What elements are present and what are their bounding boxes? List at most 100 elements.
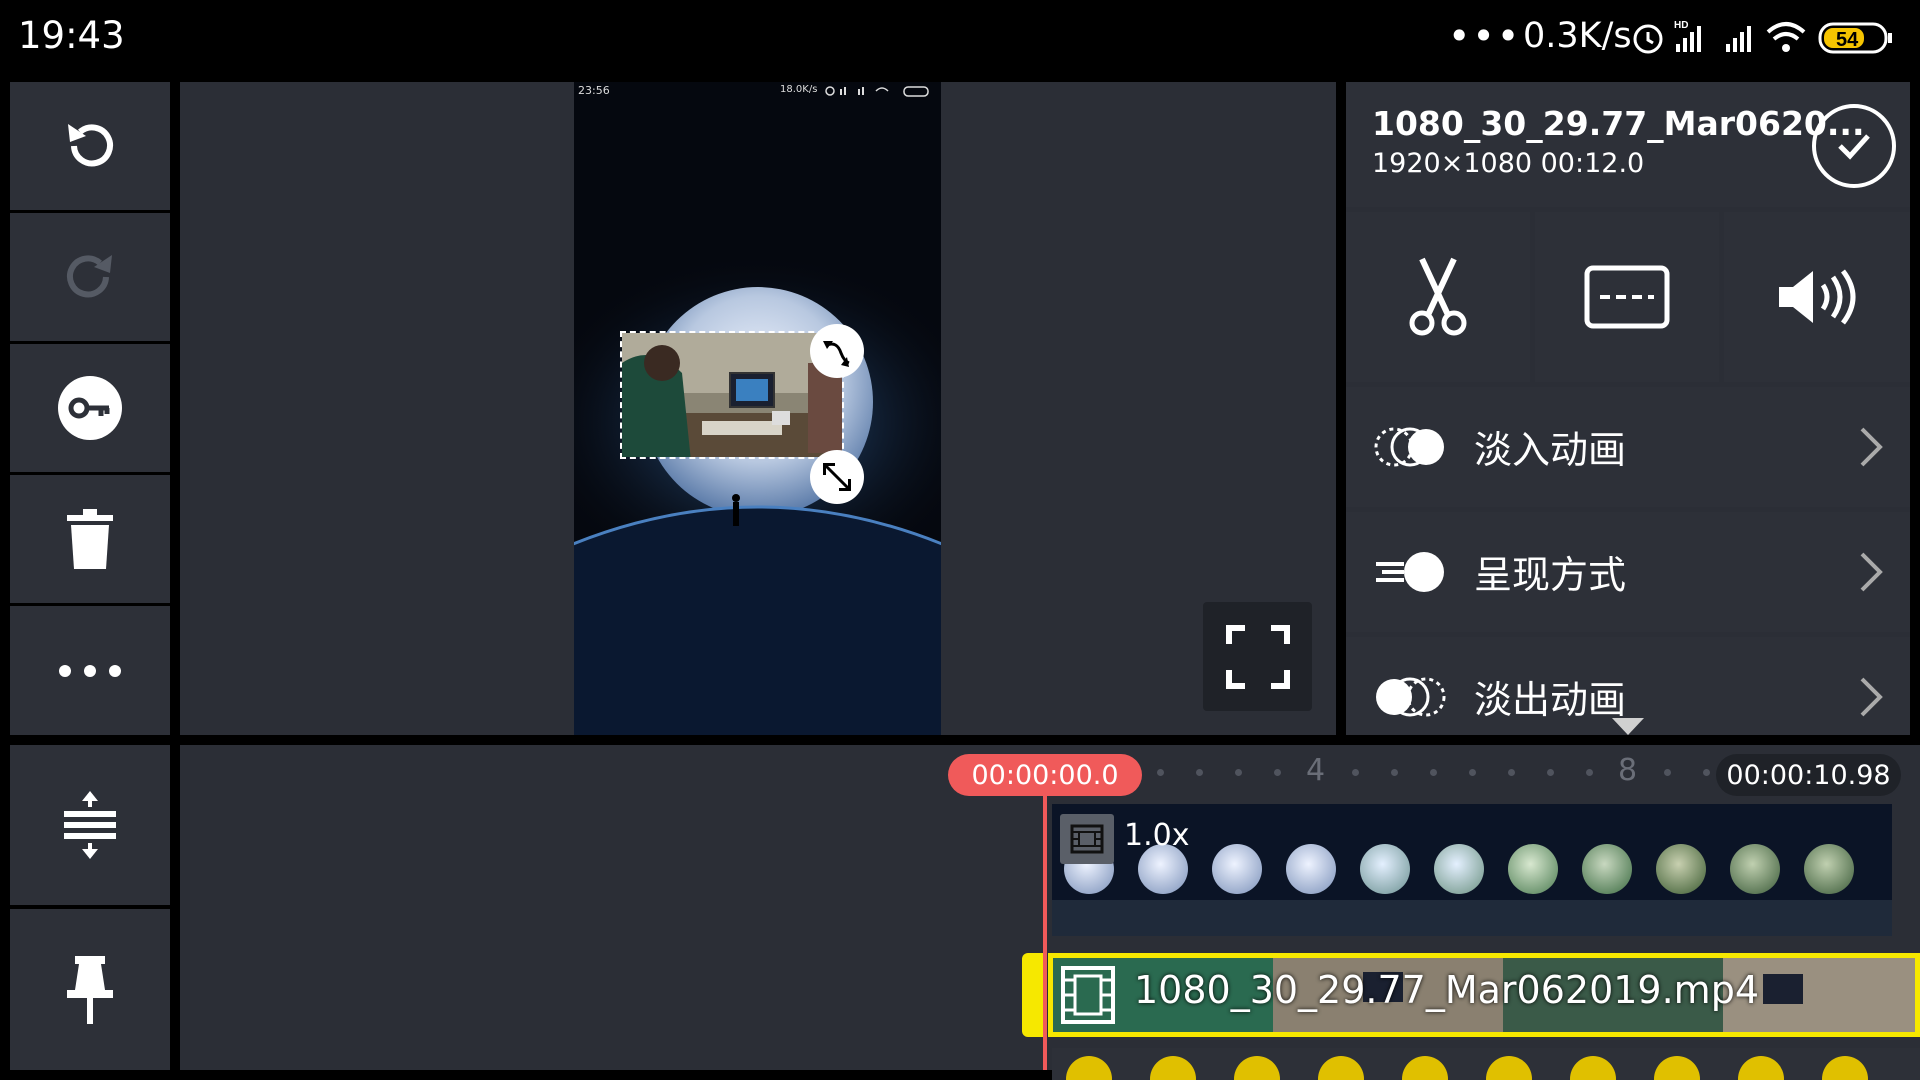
audio-marker bbox=[1822, 1056, 1868, 1080]
fullscreen-button[interactable] bbox=[1203, 602, 1312, 711]
redo-button[interactable] bbox=[10, 213, 170, 341]
wifi-icon bbox=[1766, 22, 1806, 52]
scroll-down-indicator-icon bbox=[1612, 718, 1644, 735]
redo-icon bbox=[67, 255, 112, 298]
ruler-tick bbox=[1586, 769, 1593, 776]
network-speed: 0.3K/s bbox=[1523, 16, 1632, 56]
preview-inner-status-icons bbox=[825, 86, 929, 97]
audio-marker bbox=[1150, 1056, 1196, 1080]
status-time: 19:43 bbox=[18, 14, 125, 57]
split-button[interactable] bbox=[1346, 212, 1530, 382]
undo-icon bbox=[68, 124, 113, 167]
alarm-icon bbox=[1633, 24, 1663, 54]
menu-label-fade-out: 淡出动画 bbox=[1474, 678, 1627, 722]
rotate-handle[interactable] bbox=[810, 324, 864, 378]
film-strip-icon bbox=[1061, 966, 1115, 1024]
clip-speed: 1.0x bbox=[1124, 818, 1190, 853]
audio-marker bbox=[1654, 1056, 1700, 1080]
status-icons-group: HD 54 bbox=[1633, 20, 1892, 54]
audio-marker bbox=[1234, 1056, 1280, 1080]
svg-text:HD: HD bbox=[1674, 20, 1688, 31]
audio-marker bbox=[1738, 1056, 1784, 1080]
thumbnail bbox=[1212, 844, 1262, 894]
audio-marker bbox=[1402, 1056, 1448, 1080]
thumbnail bbox=[1286, 844, 1336, 894]
preview-video[interactable]: 23:56 18.0K/s bbox=[574, 82, 941, 735]
ruler-tick bbox=[1235, 769, 1242, 776]
film-icon bbox=[1070, 824, 1104, 854]
audio-marker bbox=[1486, 1056, 1532, 1080]
ruler-tick bbox=[1196, 769, 1203, 776]
ruler-tick bbox=[1664, 769, 1671, 776]
chevron-right-icon bbox=[1860, 427, 1883, 467]
audio-track[interactable] bbox=[1052, 1048, 1920, 1080]
audio-marker bbox=[1318, 1056, 1364, 1080]
menu-row-present-mode[interactable]: 呈现方式 bbox=[1346, 512, 1910, 632]
audio-marker bbox=[1066, 1056, 1112, 1080]
signal-icon bbox=[1726, 26, 1751, 52]
fade-out-icon bbox=[1376, 677, 1446, 717]
pin-icon bbox=[67, 955, 113, 1024]
volume-button[interactable] bbox=[1724, 212, 1910, 382]
pin-button[interactable] bbox=[10, 909, 170, 1070]
thumbnail bbox=[1434, 844, 1484, 894]
chevron-right-icon bbox=[1860, 677, 1883, 717]
menu-label-present-mode: 呈现方式 bbox=[1474, 553, 1627, 597]
undo-button[interactable] bbox=[10, 82, 170, 210]
ruler-label: 8 bbox=[1618, 753, 1638, 788]
ruler-tick bbox=[1157, 769, 1164, 776]
battery-level: 54 bbox=[1836, 29, 1859, 51]
thumbnail bbox=[1360, 844, 1410, 894]
fade-in-icon bbox=[1374, 427, 1444, 467]
playhead-time: 00:00:00.0 bbox=[948, 754, 1142, 796]
overlay-track-strip bbox=[1052, 900, 1892, 936]
hd-signal-icon: HD bbox=[1674, 20, 1701, 52]
clip-name: 1080_30_29.77_Mar0620... bbox=[1372, 104, 1865, 143]
ruler-tick bbox=[1469, 769, 1476, 776]
clip-info: 1920×1080 00:12.0 bbox=[1372, 148, 1645, 179]
ruler-tick bbox=[1391, 769, 1398, 776]
total-duration: 00:00:10.98 bbox=[1716, 754, 1901, 796]
scissors-icon bbox=[1409, 257, 1467, 336]
ruler-tick bbox=[1508, 769, 1515, 776]
more-button[interactable] bbox=[10, 606, 170, 735]
trash-icon bbox=[67, 509, 113, 569]
overlay-clip-badge bbox=[1060, 814, 1114, 864]
video-filename: 1080_30_29.77_Mar062019.mp4 bbox=[1134, 968, 1759, 1012]
chevron-right-icon bbox=[1860, 552, 1883, 592]
checkmark-icon bbox=[1838, 134, 1870, 160]
speaker-icon bbox=[1779, 269, 1856, 325]
resize-arrow-icon bbox=[823, 463, 851, 491]
key-icon bbox=[58, 376, 122, 440]
present-mode-icon bbox=[1376, 552, 1444, 592]
keyframe-button[interactable] bbox=[10, 344, 170, 472]
ruler-tick bbox=[1430, 769, 1437, 776]
expand-tracks-icon bbox=[64, 791, 116, 859]
ruler-tick bbox=[1352, 769, 1359, 776]
rotate-icon bbox=[823, 341, 850, 367]
subtitle-box-icon bbox=[1584, 265, 1670, 329]
fullscreen-icon bbox=[1225, 624, 1290, 689]
confirm-button[interactable] bbox=[1812, 104, 1896, 188]
thumbnail bbox=[1508, 844, 1558, 894]
thumbnail bbox=[1730, 844, 1780, 894]
ruler-label: 4 bbox=[1306, 753, 1326, 788]
ruler-tick bbox=[1547, 769, 1554, 776]
menu-row-fade-in[interactable]: 淡入动画 bbox=[1346, 387, 1910, 507]
status-more-dots: ••• bbox=[1448, 14, 1522, 58]
subtitle-button[interactable] bbox=[1535, 212, 1719, 382]
thumbnail bbox=[1582, 844, 1632, 894]
ruler-tick bbox=[1274, 769, 1281, 776]
preview-inner-speed: 18.0K/s bbox=[780, 84, 818, 95]
delete-button[interactable] bbox=[10, 475, 170, 603]
menu-label-fade-in: 淡入动画 bbox=[1474, 428, 1627, 472]
track-height-button[interactable] bbox=[10, 745, 170, 905]
audio-marker bbox=[1570, 1056, 1616, 1080]
thumbnail bbox=[1656, 844, 1706, 894]
ruler-tick bbox=[1703, 769, 1710, 776]
thumbnail bbox=[1804, 844, 1854, 894]
playhead[interactable] bbox=[1043, 796, 1047, 1070]
more-dots-icon bbox=[59, 664, 121, 677]
resize-handle[interactable] bbox=[810, 450, 864, 504]
preview-inner-time: 23:56 bbox=[578, 84, 610, 97]
